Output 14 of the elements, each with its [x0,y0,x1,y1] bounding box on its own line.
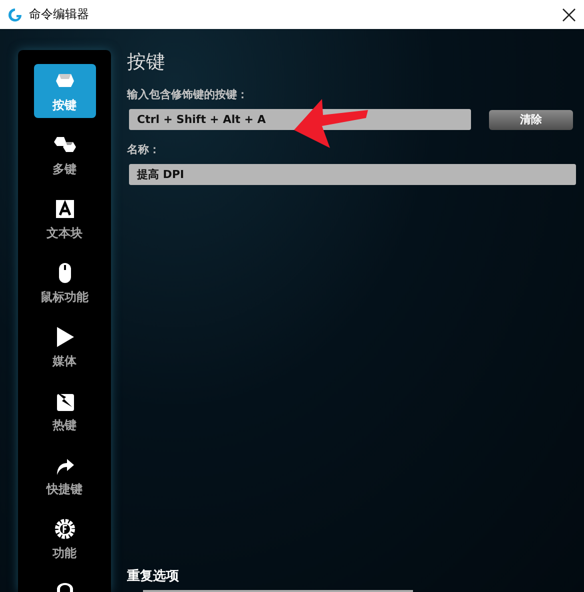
sidebar-item[interactable]: 鼠标功能 [34,256,96,310]
clear-button[interactable]: 清除 [489,110,573,130]
input-field[interactable]: 提高 DPI [129,164,576,185]
sidebar-item[interactable]: 热键 [34,384,96,438]
sidebar-item[interactable]: 功能 [34,512,96,566]
field-label: 名称： [127,142,160,157]
sidebar-item[interactable]: 文本块 [34,192,96,246]
sidebar-item[interactable]: 快捷键 [34,448,96,502]
section-heading: 重复选项 [127,568,179,585]
sidebar-item[interactable]: 媒体 [34,320,96,374]
window-title: 命令编辑器 [29,6,90,23]
sidebar-item[interactable]: 多键 [34,128,96,182]
field-label: 输入包含修饰键的按键： [127,87,248,102]
section-heading: 按键 [127,50,165,75]
